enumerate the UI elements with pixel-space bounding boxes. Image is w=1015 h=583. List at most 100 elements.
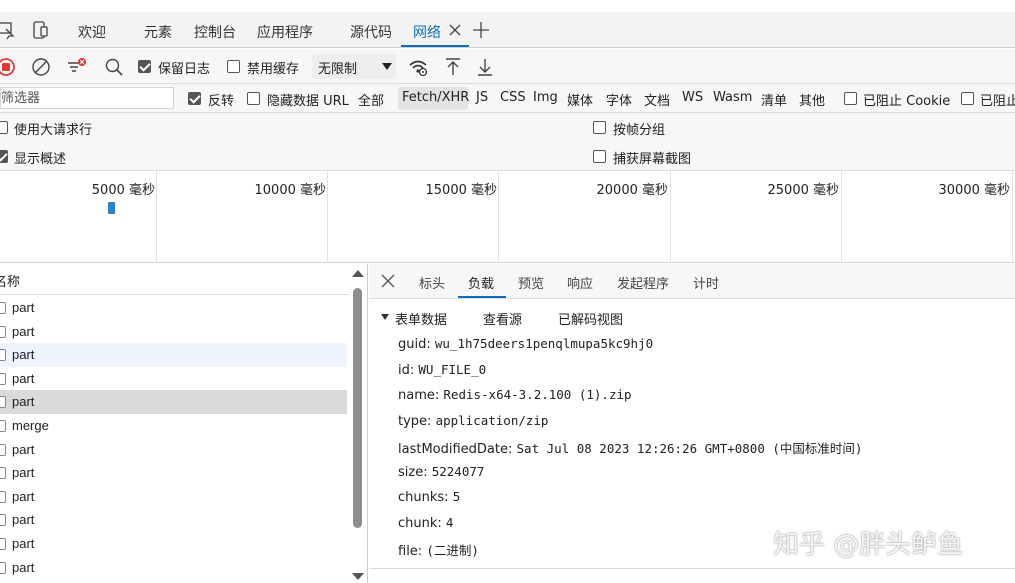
request-type-icon	[0, 514, 6, 527]
form-field[interactable]: lastModifiedDate: Sat Jul 08 2023 12:26:…	[398, 438, 862, 458]
tab-elements[interactable]: 元素	[144, 22, 172, 42]
scrollbar-thumb[interactable]	[353, 288, 362, 528]
request-row[interactable]: part	[0, 485, 347, 509]
capture-screenshots-checkbox[interactable]	[593, 150, 606, 163]
show-overview-checkbox[interactable]	[0, 150, 8, 163]
details-tab-payload[interactable]: 负载	[468, 273, 494, 292]
type-filter-all[interactable]: 全部	[358, 90, 384, 109]
clear-icon[interactable]	[30, 56, 52, 78]
request-row[interactable]: part	[0, 367, 347, 391]
form-field[interactable]: chunk: 4	[398, 515, 453, 535]
preserve-log-label: 保留日志	[158, 62, 211, 77]
request-name: part	[12, 512, 35, 528]
request-row[interactable]: part	[0, 296, 347, 320]
device-emulation-icon[interactable]	[30, 20, 50, 40]
request-type-icon	[0, 302, 6, 314]
type-filter-doc[interactable]: 文档	[644, 90, 670, 109]
tab-welcome[interactable]: 欢迎	[78, 22, 106, 42]
request-row[interactable]: part	[0, 508, 347, 532]
big-rows-checkbox[interactable]	[0, 121, 8, 134]
form-field[interactable]: id: WU_FILE_0	[398, 362, 486, 382]
details-tab-timing[interactable]: 计时	[693, 273, 719, 292]
record-stop-icon[interactable]	[0, 56, 17, 78]
capture-screenshots-label: 捕获屏幕截图	[613, 152, 692, 167]
request-row[interactable]: part	[0, 320, 347, 344]
form-field[interactable]: guid: wu_1h75deers1penqlmupa5kc9hj0	[398, 336, 653, 356]
close-details-icon[interactable]	[381, 274, 395, 288]
details-active-tab-indicator	[458, 296, 506, 298]
scroll-up-icon[interactable]	[352, 270, 364, 277]
request-type-icon	[0, 538, 6, 550]
form-field-value: Sat Jul 08 2023 12:26:26 GMT+0800 (中国标准时…	[516, 441, 863, 456]
form-field[interactable]: type: application/zip	[398, 413, 548, 433]
view-source-link[interactable]: 查看源	[483, 309, 522, 328]
import-har-icon[interactable]	[442, 56, 464, 78]
disable-cache-checkbox[interactable]	[227, 60, 240, 73]
tab-console[interactable]: 控制台	[194, 22, 236, 42]
group-by-frame-checkbox[interactable]	[593, 121, 606, 134]
invert-checkbox[interactable]	[188, 92, 201, 105]
type-filter-js[interactable]: JS	[476, 90, 488, 105]
request-row[interactable]: part	[0, 390, 347, 414]
timeline-divider	[327, 171, 328, 263]
type-filter-img[interactable]: Img	[533, 90, 558, 105]
network-settings: 使用大请求行 显示概述 按帧分组 捕获屏幕截图	[0, 113, 1015, 171]
tab-application[interactable]: 应用程序	[257, 22, 313, 42]
request-row[interactable]: part	[0, 461, 347, 485]
details-tab-initiator[interactable]: 发起程序	[617, 273, 669, 292]
scroll-down-icon[interactable]	[352, 573, 364, 580]
type-filter-fetch-xhr[interactable]: Fetch/XHR	[402, 90, 469, 105]
type-filter-wasm[interactable]: Wasm	[713, 90, 752, 105]
type-filter-font[interactable]: 字体	[606, 90, 632, 109]
export-har-icon[interactable]	[474, 56, 496, 78]
details-bottom-divider	[369, 568, 1015, 569]
tab-sources[interactable]: 源代码	[350, 22, 392, 42]
network-conditions-icon[interactable]	[407, 56, 429, 78]
inspect-element-icon[interactable]	[0, 20, 16, 40]
close-tab-icon[interactable]	[447, 22, 463, 38]
collapse-triangle-icon[interactable]	[381, 314, 389, 320]
search-icon[interactable]	[103, 56, 125, 78]
request-row[interactable]: part	[0, 343, 347, 367]
form-field[interactable]: file: (二进制)	[398, 540, 479, 560]
hide-data-urls-checkbox[interactable]	[247, 92, 260, 105]
filter-clear-icon[interactable]	[65, 56, 87, 78]
timeline-tick-label: 5000 毫秒	[91, 183, 155, 198]
add-tab-icon[interactable]	[472, 21, 490, 39]
view-decoded-link[interactable]: 已解码视图	[558, 309, 623, 328]
blocked-requests-label: 已阻止	[980, 94, 1015, 109]
request-row[interactable]: part	[0, 532, 347, 556]
blocked-cookies-checkbox[interactable]	[844, 92, 857, 105]
request-row[interactable]: part	[0, 438, 347, 462]
details-tab-response[interactable]: 响应	[567, 273, 593, 292]
timeline-divider	[498, 171, 499, 263]
form-field-key: id:	[398, 362, 415, 378]
request-row[interactable]: merge	[0, 414, 347, 438]
overview-timeline[interactable]: 5000 毫秒 10000 毫秒 15000 毫秒 20000 毫秒 25000…	[0, 171, 1015, 263]
form-field-value: 5	[452, 489, 461, 504]
form-field[interactable]: name: Redis-x64-3.2.100 (1).zip	[398, 387, 632, 407]
type-filter-media[interactable]: 媒体	[567, 90, 593, 109]
filter-input[interactable]	[0, 87, 174, 109]
form-field-value: 4	[445, 514, 454, 530]
name-column-header[interactable]: 名称	[0, 271, 20, 290]
throttling-select[interactable]: 无限制	[312, 54, 396, 79]
type-filter-css[interactable]: CSS	[500, 90, 526, 105]
form-field-value: (二进制)	[426, 543, 479, 558]
form-data-section-title[interactable]: 表单数据	[395, 309, 447, 328]
blocked-requests-checkbox[interactable]	[961, 92, 974, 105]
preserve-log-checkbox[interactable]	[138, 60, 151, 73]
details-tab-preview[interactable]: 预览	[518, 273, 544, 292]
form-field[interactable]: chunks: 5	[398, 489, 460, 509]
request-name: part	[12, 370, 35, 386]
details-tab-headers[interactable]: 标头	[419, 273, 445, 292]
type-filter-manifest[interactable]: 清单	[761, 90, 787, 109]
type-filter-ws[interactable]: WS	[682, 90, 703, 105]
request-list-header[interactable]: 名称	[0, 264, 349, 295]
tab-network[interactable]: 网络	[413, 22, 441, 42]
timeline-divider	[841, 171, 842, 263]
form-field[interactable]: size: 5224077	[398, 464, 484, 484]
type-filter-other[interactable]: 其他	[799, 90, 825, 109]
request-name: part	[12, 347, 35, 363]
request-row[interactable]: part	[0, 556, 347, 580]
